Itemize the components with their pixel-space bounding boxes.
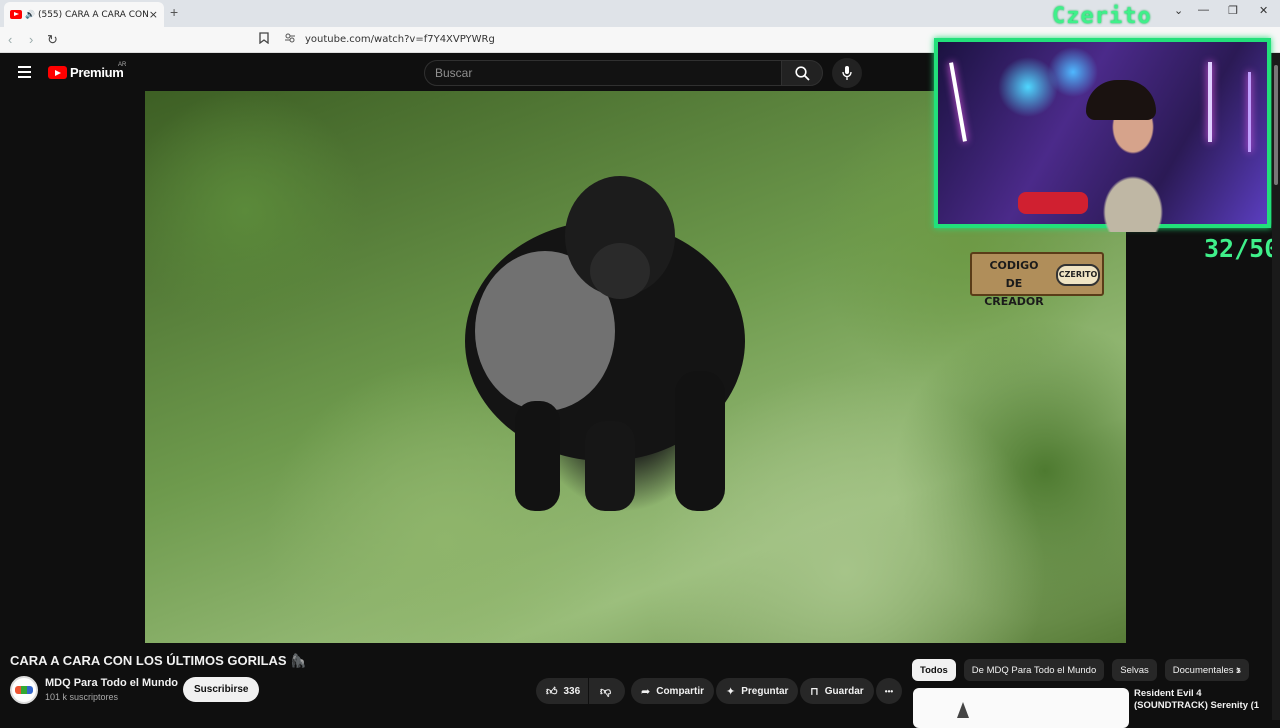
more-actions-button[interactable]: •••: [876, 678, 902, 704]
youtube-premium-logo[interactable]: Premium AR: [48, 62, 127, 80]
creator-code-sign: CODIGO DE CREADOR CZERITO: [970, 252, 1104, 308]
maximize-icon[interactable]: ❐: [1228, 4, 1238, 17]
youtube-logo-icon: [48, 66, 67, 79]
channel-name[interactable]: MDQ Para Todo el Mundo: [45, 677, 178, 689]
menu-icon[interactable]: [18, 66, 31, 78]
webcam-overlay: [934, 38, 1271, 232]
like-button[interactable]: 👍︎ 336: [536, 678, 588, 704]
minimize-icon[interactable]: —: [1198, 4, 1209, 16]
new-tab-button[interactable]: +: [170, 4, 178, 20]
ask-label: Preguntar: [741, 685, 789, 697]
progress-counter: 32/50: [1204, 234, 1280, 263]
site-info-icon[interactable]: [284, 32, 296, 47]
voice-search-button[interactable]: [832, 58, 862, 88]
dislike-button[interactable]: 👎︎: [589, 678, 625, 704]
bookmark-save-icon: ⊓: [810, 684, 819, 698]
thumbs-down-icon: 👎︎: [600, 684, 612, 698]
microphone-icon: [842, 66, 852, 80]
bookmark-icon[interactable]: [259, 32, 269, 47]
url-text[interactable]: youtube.com/watch?v=f7Y4XVPYWRg: [305, 34, 495, 45]
browser-tab[interactable]: 🔊 (555) CARA A CARA CON LOS ÚLTIMOS GORI…: [4, 2, 164, 27]
subscriber-count: 101 k suscriptores: [45, 692, 119, 702]
sparkle-icon: ✦: [726, 684, 736, 698]
share-label: Compartir: [656, 685, 705, 697]
page-scrollbar[interactable]: [1272, 53, 1280, 720]
region-code: AR: [118, 62, 127, 68]
youtube-favicon-icon: [10, 10, 22, 19]
close-window-icon[interactable]: ✕: [1259, 4, 1268, 17]
like-count: 336: [563, 685, 581, 697]
creator-code-line1: CODIGO: [989, 259, 1039, 272]
tab-title: (555) CARA A CARA CON LOS ÚLTIMOS GORILA…: [37, 9, 148, 20]
chip-jungles[interactable]: Selvas: [1112, 659, 1157, 681]
logo-text: Premium: [70, 65, 124, 80]
ask-button[interactable]: ✦ Preguntar: [716, 678, 799, 704]
search-button[interactable]: [781, 60, 823, 86]
save-label: Guardar: [824, 685, 864, 697]
search-box: [424, 60, 782, 86]
tab-close-icon[interactable]: ×: [149, 8, 158, 21]
video-title: CARA A CARA CON LOS ÚLTIMOS GORILAS 🦍: [10, 653, 307, 668]
subscribe-button[interactable]: Suscribirse: [183, 677, 260, 702]
share-button[interactable]: ➦ Compartir: [631, 678, 715, 704]
share-icon: ➦: [641, 684, 651, 698]
chevron-right-icon[interactable]: ›: [1236, 661, 1241, 677]
back-icon[interactable]: ‹: [8, 32, 12, 47]
gorilla-image: [465, 176, 745, 511]
chip-all[interactable]: Todos: [912, 659, 956, 681]
recommended-title[interactable]: Resident Evil 4 (SOUNDTRACK) Serenity (1: [1134, 688, 1264, 712]
streamer-name: Czerito: [1052, 4, 1152, 29]
chip-channel[interactable]: De MDQ Para Todo el Mundo: [963, 659, 1105, 681]
tab-search-icon[interactable]: ⌄: [1174, 4, 1183, 17]
filter-chips: Todos De MDQ Para Todo el Mundo Selvas D…: [912, 659, 1257, 681]
audio-playing-icon[interactable]: 🔊: [25, 10, 35, 19]
save-button[interactable]: ⊓ Guardar: [800, 678, 874, 704]
forward-icon[interactable]: ›: [29, 32, 33, 47]
search-icon: [795, 66, 810, 81]
creator-code-badge: CZERITO: [1056, 264, 1100, 286]
microphone-prop: [1018, 192, 1088, 214]
channel-avatar[interactable]: [10, 676, 38, 704]
reload-icon[interactable]: ↻: [47, 32, 58, 48]
search-input[interactable]: [425, 61, 781, 85]
scrollbar-thumb[interactable]: [1274, 65, 1278, 185]
thumbs-up-icon: 👍︎: [546, 684, 558, 698]
creator-code-line2: DE CREADOR: [984, 277, 1044, 308]
recommended-thumbnail[interactable]: [913, 688, 1129, 728]
